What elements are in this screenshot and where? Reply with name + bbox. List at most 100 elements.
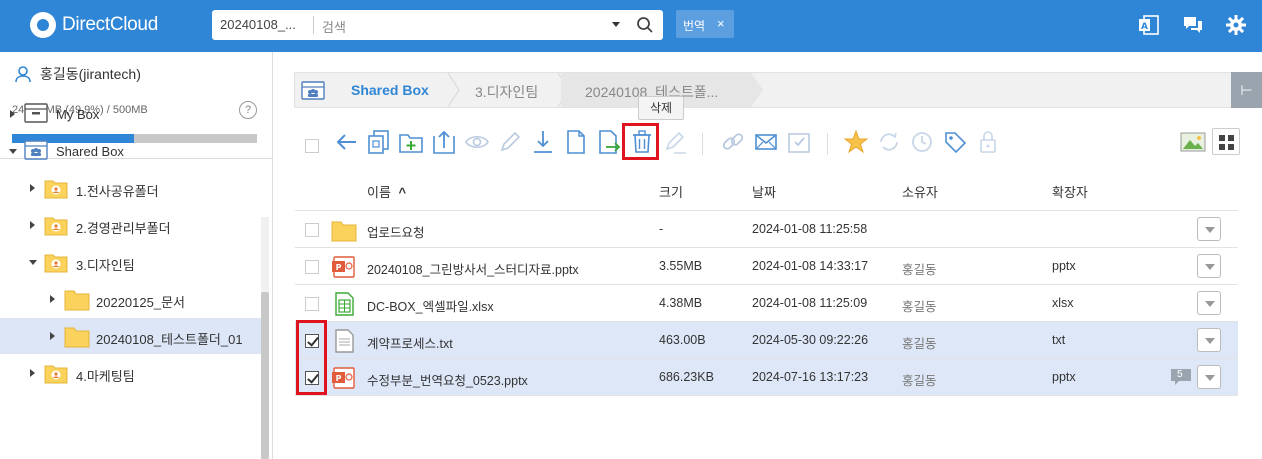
expand-right-icon[interactable] xyxy=(30,184,35,192)
tag-icon[interactable] xyxy=(942,128,968,156)
expand-right-icon[interactable] xyxy=(30,369,35,377)
search-scope-value[interactable]: 20240108_... xyxy=(220,17,296,32)
tree-item[interactable]: 4.마케팅팀 xyxy=(0,355,262,391)
grid-view-button[interactable] xyxy=(1212,128,1240,155)
office-icon[interactable]: A xyxy=(1137,13,1161,37)
table-row[interactable]: P 20240108_그린방사서_스터디자료.pptx 3.55MB 2024-01-… xyxy=(295,247,1238,284)
tree-item[interactable]: 1.전사공유폴더 xyxy=(0,170,262,206)
file-extension: pptx xyxy=(1052,370,1076,384)
table-bottom-border xyxy=(295,395,1238,396)
breadcrumb-item-design[interactable]: 3.디자인팀 xyxy=(475,82,538,102)
file-name[interactable]: 계약프로세스.txt xyxy=(367,333,453,352)
svg-text:P: P xyxy=(336,263,342,272)
tree-item-label: Shared Box xyxy=(56,144,124,159)
row-checkbox[interactable] xyxy=(305,260,319,274)
chevron-down-icon[interactable] xyxy=(612,22,620,27)
column-header-owner[interactable]: 소유자 xyxy=(902,182,938,201)
expand-right-icon[interactable] xyxy=(10,110,15,118)
tree-item-label: My Box xyxy=(56,107,100,122)
file-name[interactable]: 업로드요청 xyxy=(367,222,425,241)
clock-icon[interactable] xyxy=(909,128,935,156)
document-icon[interactable] xyxy=(563,128,589,156)
gear-icon[interactable] xyxy=(1224,13,1248,37)
breadcrumb-item-shared-box[interactable]: Shared Box xyxy=(351,82,429,98)
expand-down-icon[interactable] xyxy=(29,260,37,265)
row-actions-dropdown[interactable] xyxy=(1197,217,1221,241)
folder-icon xyxy=(64,324,90,351)
tree-item-label: 2.경영관리부폴더 xyxy=(76,221,171,236)
new-folder-icon[interactable] xyxy=(398,128,424,156)
expand-right-icon[interactable] xyxy=(30,221,35,229)
column-header-name[interactable]: 이름 ^ xyxy=(367,182,406,201)
chat-icon[interactable] xyxy=(1181,13,1205,37)
file-name[interactable]: DC-BOX_엑셀파일.xlsx xyxy=(367,296,494,315)
search-input[interactable]: 검색 xyxy=(322,17,346,36)
download-icon[interactable] xyxy=(530,128,556,156)
upload-icon[interactable] xyxy=(431,128,457,156)
rename-pencil-icon[interactable] xyxy=(662,128,688,156)
row-actions-dropdown[interactable] xyxy=(1197,291,1221,315)
preview-eye-icon[interactable] xyxy=(464,128,490,156)
select-all-checkbox[interactable] xyxy=(305,139,319,153)
file-size: 686.23KB xyxy=(659,370,714,384)
column-header-extension[interactable]: 확장자 xyxy=(1052,182,1088,201)
collapse-pane-button[interactable]: ⊢ xyxy=(1231,72,1262,108)
file-size: 463.00B xyxy=(659,333,706,347)
move-file-icon[interactable] xyxy=(596,128,622,156)
row-actions-dropdown[interactable] xyxy=(1197,365,1221,389)
user-info[interactable]: 홍길동(jirantech) xyxy=(14,64,141,84)
expand-right-icon[interactable] xyxy=(50,295,55,303)
column-header-date[interactable]: 날짜 xyxy=(752,182,776,201)
scrollbar-thumb[interactable] xyxy=(261,292,269,459)
file-name[interactable]: 수정부분_번역요청_0523.pptx xyxy=(367,370,528,389)
row-checkbox[interactable] xyxy=(305,223,319,237)
sort-ascending-icon[interactable]: ^ xyxy=(399,185,407,200)
logo[interactable]: DirectCloud xyxy=(30,12,158,38)
table-row[interactable]: 계약프로세스.txt 463.00B 2024-05-30 09:22:26 홍길동 t… xyxy=(295,321,1238,358)
request-box-icon[interactable] xyxy=(786,128,812,156)
table-row[interactable]: 업로드요청 - 2024-01-08 11:25:58 xyxy=(295,210,1238,247)
star-icon[interactable] xyxy=(843,128,869,156)
shared-box-icon[interactable] xyxy=(301,79,325,101)
tree-item[interactable]: 2.경영관리부폴더 xyxy=(0,207,262,243)
search-icon[interactable] xyxy=(636,16,654,34)
tree-item[interactable]: Shared Box xyxy=(0,133,262,169)
column-header-name-label: 이름 xyxy=(367,185,391,200)
row-checkbox[interactable] xyxy=(305,297,319,311)
table-row[interactable]: DC-BOX_엑셀파일.xlsx 4.38MB 2024-01-08 11:25:0… xyxy=(295,284,1238,321)
toolbar-divider xyxy=(702,133,703,155)
tree-item[interactable]: 20220125_문서 xyxy=(0,281,262,317)
tree-item[interactable]: 20240108_테스트폴더_01 xyxy=(0,318,262,354)
tree-item[interactable]: 3.디자인팀 xyxy=(0,244,262,280)
tree-item[interactable]: My Box xyxy=(0,96,262,132)
column-header-size[interactable]: 크기 xyxy=(659,182,683,201)
sync-icon[interactable] xyxy=(876,128,902,156)
mail-icon[interactable] xyxy=(753,128,779,156)
filter-tag[interactable]: 번역 × xyxy=(676,10,734,38)
tooltip-delete: 삭제 xyxy=(638,96,684,120)
search-bar[interactable]: 20240108_... 검색 xyxy=(212,10,663,40)
back-arrow-icon[interactable] xyxy=(334,128,360,156)
tree-item-label: 3.디자인팀 xyxy=(76,258,135,273)
file-name[interactable]: 20240108_그린방사서_스터디자료.pptx xyxy=(367,259,579,278)
edit-pencil-icon[interactable] xyxy=(497,128,523,156)
expand-down-icon[interactable] xyxy=(9,149,17,154)
lock-icon[interactable] xyxy=(975,128,1001,156)
file-owner: 홍길동 xyxy=(902,337,937,351)
user-icon xyxy=(15,66,31,83)
table-row[interactable]: P 수정부분_번역요청_0523.pptx 686.23KB 2024-07-16 1… xyxy=(295,358,1238,395)
link-icon[interactable] xyxy=(720,128,746,156)
file-owner: 홍길동 xyxy=(902,300,937,314)
file-date: 2024-01-08 11:25:09 xyxy=(752,296,868,310)
row-actions-dropdown[interactable] xyxy=(1197,254,1221,278)
row-actions-dropdown[interactable] xyxy=(1197,328,1221,352)
copy-icon[interactable] xyxy=(366,128,392,156)
logo-mark-icon xyxy=(30,12,56,38)
thumbnail-view-icon[interactable] xyxy=(1180,131,1206,153)
toolbar-divider xyxy=(827,133,828,155)
grid-icon xyxy=(1219,135,1234,150)
expand-right-icon[interactable] xyxy=(50,332,55,340)
xlsx-file-icon xyxy=(331,292,355,316)
comment-count-badge[interactable]: 5 xyxy=(1170,368,1192,386)
close-icon[interactable]: × xyxy=(717,16,725,31)
